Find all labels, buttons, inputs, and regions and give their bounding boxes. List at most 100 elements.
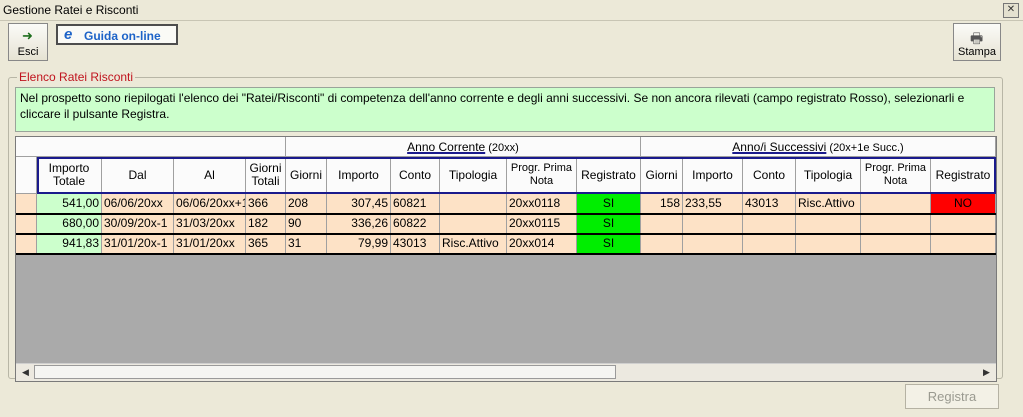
cell-progr-prima-nota-succ[interactable] xyxy=(861,214,931,234)
row-selector[interactable] xyxy=(16,234,37,254)
col-header-text: Importo Totale xyxy=(48,161,90,188)
col-header-importo: Importo xyxy=(327,157,391,194)
row-separator xyxy=(16,253,996,255)
col-header-dal: Dal xyxy=(102,157,174,194)
cell-dal[interactable]: 06/06/20xx xyxy=(102,194,174,214)
cell-giorni-succ[interactable]: 158 xyxy=(641,194,683,214)
cell-registrato[interactable]: SI xyxy=(577,194,641,214)
col-header-importo-succ: Importo xyxy=(683,157,743,194)
col-header-text: Progr. Prima Nota xyxy=(510,162,573,187)
cell-importo[interactable]: 79,99 xyxy=(327,234,391,254)
group-anno-corrente: Anno Corrente (20xx) xyxy=(286,137,641,157)
registra-button[interactable]: Registra xyxy=(905,384,999,409)
cell-progr-prima-nota[interactable]: 20xx0115 xyxy=(507,214,577,234)
cell-importo-succ[interactable] xyxy=(683,234,743,254)
stampa-button[interactable]: 🖶 Stampa xyxy=(953,23,1001,61)
cell-tipologia[interactable] xyxy=(440,194,507,214)
ratei-risconti-grid[interactable]: Anno Corrente (20xx) Anno/i Successivi (2… xyxy=(15,136,997,382)
row-selector[interactable] xyxy=(16,194,37,214)
cell-conto-succ[interactable]: 43013 xyxy=(743,194,796,214)
esci-label: Esci xyxy=(17,46,39,58)
col-header-registrato: Registrato xyxy=(577,157,641,194)
internet-explorer-icon: e xyxy=(64,26,73,43)
row-selector[interactable] xyxy=(16,214,37,234)
cell-importo-succ[interactable]: 233,55 xyxy=(683,194,743,214)
cell-giorni-totali[interactable]: 365 xyxy=(246,234,286,254)
row-separator xyxy=(16,233,996,235)
cell-progr-prima-nota-succ[interactable] xyxy=(861,234,931,254)
window-title: Gestione Ratei e Risconti xyxy=(3,3,139,17)
col-header-text: Dal xyxy=(128,167,147,182)
cell-dal[interactable]: 31/01/20x-1 xyxy=(102,234,174,254)
cell-tipologia[interactable]: Risc.Attivo xyxy=(440,234,507,254)
title-bar: Gestione Ratei e Risconti ✕ xyxy=(0,0,1023,21)
cell-giorni[interactable]: 31 xyxy=(286,234,327,254)
cell-giorni-totali[interactable]: 366 xyxy=(246,194,286,214)
section-title: Elenco Ratei Risconti xyxy=(17,70,136,84)
cell-conto[interactable]: 43013 xyxy=(391,234,440,254)
cell-al[interactable]: 31/01/20xx xyxy=(174,234,246,254)
cell-conto-succ[interactable] xyxy=(743,214,796,234)
col-header-text: Giorni Totali xyxy=(249,161,282,188)
cell-importo[interactable]: 307,45 xyxy=(327,194,391,214)
col-header-progr-prima-nota-succ: Progr. Prima Nota xyxy=(861,157,931,194)
cell-giorni[interactable]: 208 xyxy=(286,194,327,214)
scroll-left-icon[interactable]: ◀ xyxy=(18,365,33,379)
cell-tipologia-succ[interactable] xyxy=(796,214,861,234)
cell-registrato-succ[interactable] xyxy=(931,234,996,254)
cell-al[interactable]: 31/03/20xx xyxy=(174,214,246,234)
col-header-giorni: Giorni xyxy=(286,157,327,194)
col-header-text: Registrato xyxy=(581,167,636,182)
cell-dal[interactable]: 30/09/20x-1 xyxy=(102,214,174,234)
cell-progr-prima-nota-succ[interactable] xyxy=(861,194,931,214)
esci-button[interactable]: ➜ Esci xyxy=(8,23,48,61)
col-header-text: Registrato xyxy=(935,167,991,182)
col-header-conto-succ: Conto xyxy=(743,157,796,194)
col-header-text: Tipologia xyxy=(448,167,498,182)
col-header-text: Giorni xyxy=(289,167,322,182)
info-panel: Nel prospetto sono riepilogati l'elenco … xyxy=(15,87,995,132)
col-header-tipologia: Tipologia xyxy=(440,157,507,194)
col-header-text: Importo xyxy=(338,167,379,182)
col-header-text: Giorni xyxy=(645,167,678,182)
cell-conto-succ[interactable] xyxy=(743,234,796,254)
cell-progr-prima-nota[interactable]: 20xx014 xyxy=(507,234,577,254)
stampa-label: Stampa xyxy=(958,46,996,58)
cell-importo-succ[interactable] xyxy=(683,214,743,234)
scrollbar-thumb[interactable] xyxy=(34,365,616,379)
horizontal-scrollbar[interactable]: ◀ ▶ xyxy=(16,363,996,381)
cell-tipologia[interactable] xyxy=(440,214,507,234)
cell-conto[interactable]: 60822 xyxy=(391,214,440,234)
cell-al[interactable]: 06/06/20xx+1 xyxy=(174,194,246,214)
cell-giorni-succ[interactable] xyxy=(641,214,683,234)
guida-online-button[interactable]: e Guida on-line xyxy=(56,24,178,45)
exit-icon: ➜ xyxy=(22,28,33,43)
cell-registrato[interactable]: SI xyxy=(577,234,641,254)
cell-giorni[interactable]: 90 xyxy=(286,214,327,234)
cell-tipologia-succ[interactable]: Risc.Attivo xyxy=(796,194,861,214)
cell-importo[interactable]: 336,26 xyxy=(327,214,391,234)
col-header-giorni-totali: Giorni Totali xyxy=(246,157,286,194)
cell-registrato-succ[interactable] xyxy=(931,214,996,234)
cell-progr-prima-nota[interactable]: 20xx0118 xyxy=(507,194,577,214)
col-header-tipologia-succ: Tipologia xyxy=(796,157,861,194)
cell-giorni-succ[interactable] xyxy=(641,234,683,254)
cell-importo-totale[interactable]: 680,00 xyxy=(37,214,102,234)
scroll-right-icon[interactable]: ▶ xyxy=(979,365,994,379)
anni-successivi-suffix: (20x+1e Succ.) xyxy=(826,142,904,154)
col-header-progr-prima-nota: Progr. Prima Nota xyxy=(507,157,577,194)
cell-importo-totale[interactable]: 541,00 xyxy=(37,194,102,214)
close-icon[interactable]: ✕ xyxy=(1003,3,1019,18)
group-anni-successivi: Anno/i Successivi (20x+1e Succ.) xyxy=(641,137,996,157)
cell-importo-totale[interactable]: 941,83 xyxy=(37,234,102,254)
cell-registrato-succ[interactable]: NO xyxy=(931,194,996,214)
anni-successivi-label: Anno/i Successivi xyxy=(732,140,827,154)
cell-conto[interactable]: 60821 xyxy=(391,194,440,214)
col-header-text: Progr. Prima Nota xyxy=(864,162,927,187)
guida-label: Guida on-line xyxy=(84,29,161,43)
anno-corrente-label: Anno Corrente xyxy=(407,140,486,154)
cell-registrato[interactable]: SI xyxy=(577,214,641,234)
header-row-selector xyxy=(16,157,37,194)
cell-tipologia-succ[interactable] xyxy=(796,234,861,254)
cell-giorni-totali[interactable]: 182 xyxy=(246,214,286,234)
